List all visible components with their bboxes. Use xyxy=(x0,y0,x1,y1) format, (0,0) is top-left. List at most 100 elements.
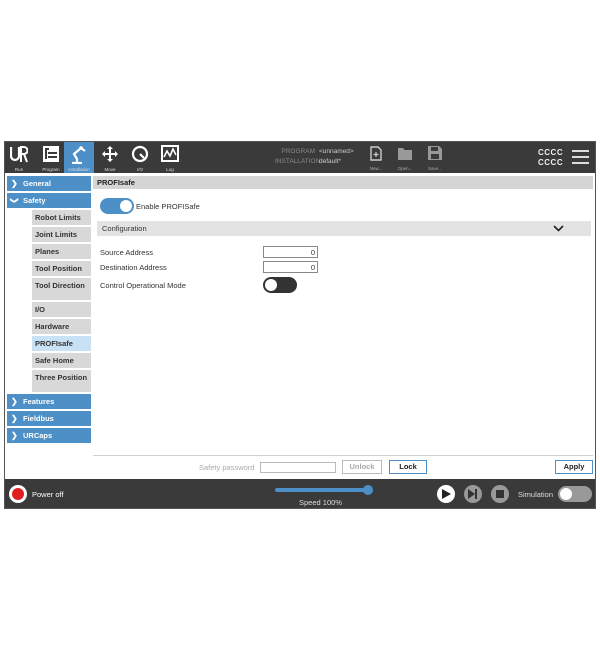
toggle-knob xyxy=(265,279,277,291)
program-icon xyxy=(43,146,59,162)
program-info: PROGRAM <unnamed> INSTALLATIONdefault* xyxy=(275,147,354,167)
sidebar-item-safety[interactable]: ❯ Safety xyxy=(7,193,91,208)
sidebar-item-safe-home[interactable]: Safe Home xyxy=(32,353,91,368)
new-file-button[interactable]: New... xyxy=(364,144,388,172)
power-button[interactable] xyxy=(9,485,27,503)
installation-sidebar: ❯ General ❯ Safety Robot Limits Joint Li… xyxy=(5,174,91,479)
program-tab[interactable]: Program xyxy=(37,142,65,173)
installation-key: INSTALLATION xyxy=(275,158,321,165)
folder-icon xyxy=(398,148,412,160)
status-line-2: CCCC xyxy=(538,158,564,167)
destination-address-input[interactable]: 0 xyxy=(263,261,318,273)
header-bar: Run Program Installation Move I/O Log PR… xyxy=(5,142,595,173)
installation-tab[interactable]: Installation xyxy=(64,142,94,173)
program-name: <unnamed> xyxy=(319,148,354,155)
save-file-label: Save... xyxy=(427,166,442,171)
step-forward-icon xyxy=(468,489,477,499)
enable-profisafe-label: Enable PROFISafe xyxy=(136,202,200,211)
save-disk-icon xyxy=(428,146,442,160)
sidebar-item-label: Safety xyxy=(23,196,46,205)
sidebar-item-features[interactable]: ❯ Features xyxy=(7,394,91,409)
footer-bar: Power off Speed 100% Simulation xyxy=(5,479,595,508)
sidebar-item-planes[interactable]: Planes xyxy=(32,244,91,259)
program-tab-label: Program xyxy=(42,167,60,172)
configuration-label: Configuration xyxy=(102,224,147,233)
unlock-button[interactable]: Unlock xyxy=(342,460,382,474)
control-operational-mode-toggle[interactable] xyxy=(263,277,297,293)
sidebar-item-joint-limits[interactable]: Joint Limits xyxy=(32,227,91,242)
sidebar-item-profisafe[interactable]: PROFIsafe xyxy=(32,336,91,351)
new-file-label: New... xyxy=(369,166,383,171)
io-gauge-icon xyxy=(131,145,149,163)
safety-password-input[interactable] xyxy=(260,462,336,473)
sidebar-item-label: Fieldbus xyxy=(23,414,54,423)
sidebar-item-label: PROFIsafe xyxy=(35,339,73,348)
chevron-down-icon: ❯ xyxy=(9,197,19,204)
profisafe-panel: PROFIsafe Enable PROFISafe Configuration… xyxy=(93,174,593,479)
sidebar-item-fieldbus[interactable]: ❯ Fieldbus xyxy=(7,411,91,426)
sidebar-item-label: Tool Direction xyxy=(35,281,85,290)
power-red-icon xyxy=(12,488,24,500)
log-tab-label: Log xyxy=(166,167,174,172)
sidebar-item-robot-limits[interactable]: Robot Limits xyxy=(32,210,91,225)
sidebar-item-label: Planes xyxy=(35,247,60,256)
hamburger-menu-icon[interactable] xyxy=(572,150,589,168)
sidebar-item-label: URCaps xyxy=(23,431,53,440)
apply-button[interactable]: Apply xyxy=(555,460,593,474)
log-tab[interactable]: Log xyxy=(156,142,184,173)
sidebar-item-hardware[interactable]: Hardware xyxy=(32,319,91,334)
source-address-label: Source Address xyxy=(100,248,153,257)
io-tab-label: I/O xyxy=(136,167,143,172)
configuration-section-header[interactable]: Configuration xyxy=(97,221,591,236)
sidebar-item-label: I/O xyxy=(35,305,46,314)
simulation-toggle[interactable] xyxy=(558,486,592,502)
open-file-button[interactable]: Open... xyxy=(393,144,417,172)
sidebar-item-label: Three Position xyxy=(35,373,88,382)
step-button[interactable] xyxy=(464,485,482,503)
enable-profisafe-toggle[interactable] xyxy=(100,198,134,214)
play-button[interactable] xyxy=(437,485,455,503)
sidebar-item-label: Hardware xyxy=(35,322,70,331)
log-chart-icon xyxy=(161,145,179,162)
sidebar-item-general[interactable]: ❯ General xyxy=(7,176,91,191)
open-file-label: Open... xyxy=(397,166,413,171)
stop-button[interactable] xyxy=(491,485,509,503)
sidebar-item-label: Tool Position xyxy=(35,264,82,273)
robot-arm-icon xyxy=(72,146,86,164)
speed-slider[interactable] xyxy=(275,485,373,495)
robot-status-text: CCCC CCCC xyxy=(538,148,563,168)
page-title: PROFIsafe xyxy=(93,176,593,189)
move-arrows-icon xyxy=(102,146,118,162)
destination-address-label: Destination Address xyxy=(100,263,167,272)
ur-logo-icon xyxy=(10,146,28,163)
sidebar-item-label: Joint Limits xyxy=(35,230,78,239)
speed-slider-handle[interactable] xyxy=(363,485,373,495)
sidebar-item-tool-position[interactable]: Tool Position xyxy=(32,261,91,276)
toggle-knob xyxy=(120,200,132,212)
control-operational-mode-label: Control Operational Mode xyxy=(100,281,186,290)
sidebar-item-urcaps[interactable]: ❯ URCaps xyxy=(7,428,91,443)
divider xyxy=(93,455,593,456)
status-line-1: CCCC xyxy=(538,148,564,157)
sidebar-item-tool-direction[interactable]: Tool Direction xyxy=(32,278,91,300)
safety-password-label: Safety password xyxy=(199,463,255,472)
sidebar-item-io[interactable]: I/O xyxy=(32,302,91,317)
sidebar-item-label: Robot Limits xyxy=(35,213,81,222)
chevron-right-icon: ❯ xyxy=(11,397,18,406)
power-status-label: Power off xyxy=(32,490,64,499)
move-tab[interactable]: Move xyxy=(96,142,124,173)
chevron-right-icon: ❯ xyxy=(11,179,18,188)
chevron-down-icon xyxy=(553,225,564,232)
lock-button[interactable]: Lock xyxy=(389,460,427,474)
chevron-right-icon: ❯ xyxy=(11,431,18,440)
run-tab[interactable]: Run xyxy=(5,142,33,173)
io-tab[interactable]: I/O xyxy=(126,142,154,173)
save-file-button[interactable]: Save... xyxy=(423,144,447,172)
installation-tab-label: Installation xyxy=(68,167,90,172)
simulation-label: Simulation xyxy=(518,490,554,499)
source-address-input[interactable]: 0 xyxy=(263,246,318,258)
installation-name: default* xyxy=(319,158,342,165)
toggle-knob xyxy=(560,488,572,500)
sidebar-item-three-position[interactable]: Three Position xyxy=(32,370,91,392)
run-tab-label: Run xyxy=(14,167,24,172)
